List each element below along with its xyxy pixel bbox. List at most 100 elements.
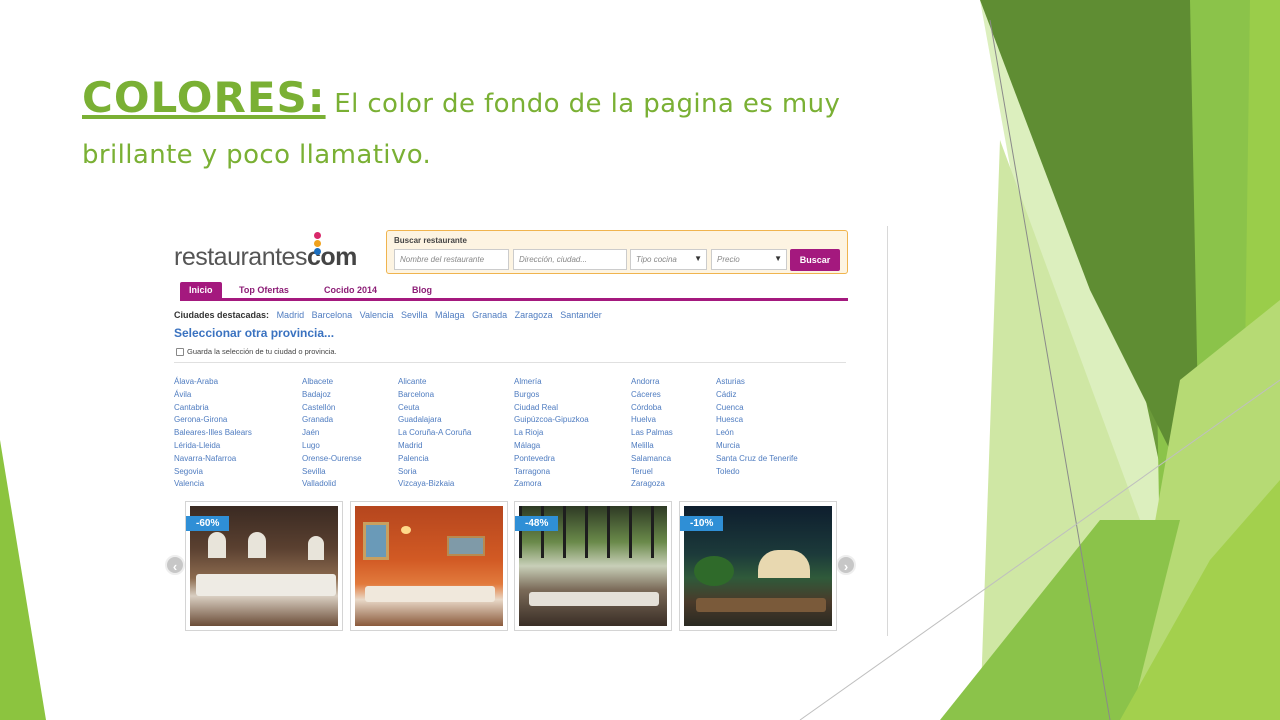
- province-link[interactable]: Barcelona: [398, 389, 471, 402]
- search-label: Buscar restaurante: [394, 236, 467, 245]
- deal-card[interactable]: -10%: [679, 501, 837, 631]
- chevron-left-icon[interactable]: ‹: [165, 555, 185, 575]
- site-logo[interactable]: restaurantescom: [174, 232, 357, 272]
- province-link[interactable]: Ávila: [174, 389, 252, 402]
- search-button[interactable]: Buscar: [790, 249, 840, 271]
- featured-cities: Ciudades destacadas: Madrid Barcelona Va…: [174, 310, 602, 320]
- province-link[interactable]: Zamora: [514, 478, 589, 491]
- deal-card[interactable]: -48%: [514, 501, 672, 631]
- city-link[interactable]: Granada: [472, 310, 507, 320]
- province-link[interactable]: Granada: [302, 414, 362, 427]
- province-link[interactable]: Gerona-Girona: [174, 414, 252, 427]
- province-column: Asturias Cádiz Cuenca Huesca León Murcia Santa…: [716, 376, 798, 478]
- province-link[interactable]: Murcia: [716, 440, 798, 453]
- tab-cocido-2014[interactable]: Cocido 2014: [324, 282, 377, 298]
- province-link[interactable]: Soria: [398, 466, 471, 479]
- select-province-heading[interactable]: Seleccionar otra provincia...: [174, 326, 334, 340]
- city-link[interactable]: Santander: [560, 310, 602, 320]
- discount-badge: -60%: [186, 516, 230, 531]
- restaurant-photo: [355, 506, 503, 626]
- province-link[interactable]: Ciudad Real: [514, 402, 589, 415]
- province-link[interactable]: Lérida-Lleida: [174, 440, 252, 453]
- city-link[interactable]: Sevilla: [401, 310, 428, 320]
- province-link[interactable]: Segovia: [174, 466, 252, 479]
- city-link[interactable]: Barcelona: [312, 310, 353, 320]
- province-link[interactable]: Burgos: [514, 389, 589, 402]
- province-link[interactable]: Madrid: [398, 440, 471, 453]
- logo-text: restaurantes: [174, 243, 307, 271]
- province-link[interactable]: Cuenca: [716, 402, 798, 415]
- divider: [174, 362, 846, 363]
- province-link[interactable]: Pontevedra: [514, 453, 589, 466]
- dropdown-arrow-icon: ▼: [694, 254, 702, 263]
- province-link[interactable]: Jaén: [302, 427, 362, 440]
- province-link[interactable]: Valladolid: [302, 478, 362, 491]
- province-link[interactable]: Ceuta: [398, 402, 471, 415]
- restaurant-name-input[interactable]: Nombre del restaurante: [394, 249, 509, 270]
- province-link[interactable]: Teruel: [631, 466, 673, 479]
- province-link[interactable]: Santa Cruz de Tenerife: [716, 453, 798, 466]
- province-link[interactable]: Huesca: [716, 414, 798, 427]
- province-link[interactable]: Cáceres: [631, 389, 673, 402]
- province-link[interactable]: Álava-Araba: [174, 376, 252, 389]
- province-link[interactable]: Andorra: [631, 376, 673, 389]
- tab-blog[interactable]: Blog: [412, 282, 432, 298]
- province-link[interactable]: Valencia: [174, 478, 252, 491]
- province-link[interactable]: Vizcaya-Bizkaia: [398, 478, 471, 491]
- province-link[interactable]: Albacete: [302, 376, 362, 389]
- province-link[interactable]: Asturias: [716, 376, 798, 389]
- province-link[interactable]: Toledo: [716, 466, 798, 479]
- province-link[interactable]: Almería: [514, 376, 589, 389]
- province-link[interactable]: Zaragoza: [631, 478, 673, 491]
- province-link[interactable]: Cádiz: [716, 389, 798, 402]
- province-link[interactable]: Guadalajara: [398, 414, 471, 427]
- slide-title-heading: COLORES:: [82, 73, 326, 122]
- province-link[interactable]: Guipúzcoa-Gipuzkoa: [514, 414, 589, 427]
- dropdown-arrow-icon: ▼: [774, 254, 782, 263]
- remember-label: Guarda la selección de tu ciudad o provi…: [187, 347, 337, 356]
- tab-top-ofertas[interactable]: Top Ofertas: [239, 282, 289, 298]
- province-link[interactable]: Orense-Ourense: [302, 453, 362, 466]
- province-link[interactable]: Tarragona: [514, 466, 589, 479]
- cuisine-select[interactable]: Tipo cocina ▼: [630, 249, 707, 270]
- province-link[interactable]: León: [716, 427, 798, 440]
- province-link[interactable]: La Coruña-A Coruña: [398, 427, 471, 440]
- province-link[interactable]: Huelva: [631, 414, 673, 427]
- remember-selection[interactable]: Guarda la selección de tu ciudad o provi…: [176, 347, 337, 357]
- slide-title: COLORES: El color de fondo de la pagina …: [82, 74, 902, 182]
- website-screenshot: restaurantescom Buscar restaurante Nombr…: [165, 226, 888, 636]
- tab-inicio[interactable]: Inicio: [180, 282, 222, 298]
- province-column: Andorra Cáceres Córdoba Huelva Las Palmas Mel…: [631, 376, 673, 491]
- province-link[interactable]: Alicante: [398, 376, 471, 389]
- main-nav: Inicio Top Ofertas Cocido 2014 Blog: [180, 282, 848, 301]
- city-link[interactable]: Valencia: [360, 310, 394, 320]
- province-link[interactable]: Málaga: [514, 440, 589, 453]
- province-link[interactable]: Palencia: [398, 453, 471, 466]
- city-link[interactable]: Zaragoza: [515, 310, 553, 320]
- province-column: Alicante Barcelona Ceuta Guadalajara La Coru…: [398, 376, 471, 491]
- province-link[interactable]: Lugo: [302, 440, 362, 453]
- province-link[interactable]: Las Palmas: [631, 427, 673, 440]
- chevron-right-icon[interactable]: ›: [836, 555, 856, 575]
- city-link[interactable]: Málaga: [435, 310, 465, 320]
- price-select[interactable]: Precio ▼: [711, 249, 787, 270]
- province-link[interactable]: Baleares-Illes Balears: [174, 427, 252, 440]
- featured-cities-label: Ciudades destacadas:: [174, 310, 270, 320]
- province-column: Albacete Badajoz Castellón Granada Jaén Lugo O…: [302, 376, 362, 491]
- discount-badge: -48%: [515, 516, 559, 531]
- province-link[interactable]: Melilla: [631, 440, 673, 453]
- deal-card[interactable]: [350, 501, 508, 631]
- province-link[interactable]: Cantabria: [174, 402, 252, 415]
- province-link[interactable]: Badajoz: [302, 389, 362, 402]
- province-link[interactable]: Córdoba: [631, 402, 673, 415]
- province-link[interactable]: Castellón: [302, 402, 362, 415]
- address-input[interactable]: Dirección, ciudad...: [513, 249, 627, 270]
- province-link[interactable]: Sevilla: [302, 466, 362, 479]
- deal-card[interactable]: -60%: [185, 501, 343, 631]
- province-link[interactable]: Salamanca: [631, 453, 673, 466]
- province-link[interactable]: Navarra-Nafarroa: [174, 453, 252, 466]
- discount-badge: -10%: [680, 516, 724, 531]
- city-link[interactable]: Madrid: [277, 310, 305, 320]
- remember-checkbox[interactable]: [176, 348, 184, 357]
- province-link[interactable]: La Rioja: [514, 427, 589, 440]
